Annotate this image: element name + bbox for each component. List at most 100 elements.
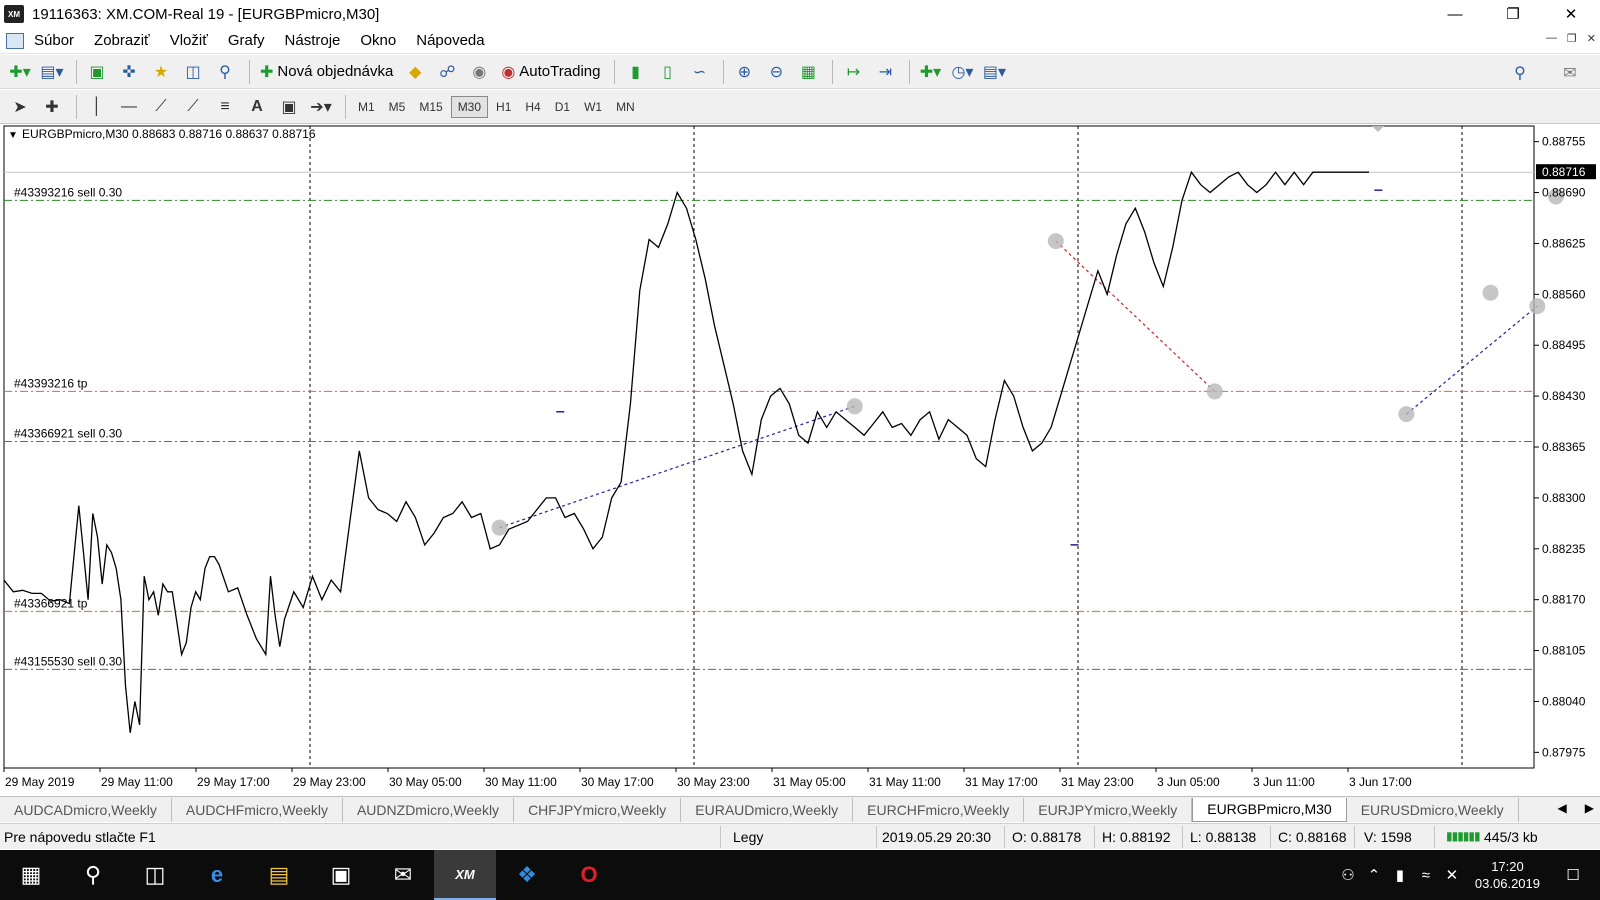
menu-window[interactable]: Okno	[350, 32, 406, 49]
timeframe-mn[interactable]: MN	[610, 97, 641, 117]
notifications-icon[interactable]: ☐	[1560, 866, 1586, 884]
time-tick-label: 31 May 11:00	[869, 775, 941, 789]
text-icon[interactable]: A	[243, 94, 271, 120]
mail-icon[interactable]: ✉	[372, 850, 434, 900]
menu-tools[interactable]: Nástroje	[275, 32, 351, 49]
search-taskbar-icon[interactable]: ⚲	[62, 850, 124, 900]
opera-icon[interactable]: O	[558, 850, 620, 900]
chart-window-icon[interactable]	[6, 32, 24, 49]
data-window-icon[interactable]: ✜	[115, 59, 143, 85]
autotrading-button[interactable]: ◉ AutoTrading	[497, 59, 604, 85]
price-tick-label: 0.88105	[1542, 644, 1586, 658]
profiles-icon[interactable]: ▤▾	[38, 59, 66, 85]
tab-audcad[interactable]: AUDCADmicro,Weekly	[0, 797, 172, 822]
tab-scroll-left-icon[interactable]: ◀	[1558, 801, 1567, 815]
close-button[interactable]: ✕	[1542, 0, 1600, 28]
current-price-label: 0.88716	[1542, 165, 1586, 179]
tile-windows-icon[interactable]: ▦	[794, 59, 822, 85]
minimize-button[interactable]: —	[1426, 0, 1484, 28]
periods-icon[interactable]: ◷▾	[948, 59, 976, 85]
file-explorer-icon[interactable]: ▤	[248, 850, 310, 900]
candlestick-icon[interactable]: ▯	[653, 59, 681, 85]
price-tick-label: 0.88495	[1542, 338, 1586, 352]
crosshair-icon[interactable]: ✚	[38, 94, 66, 120]
restore-button[interactable]: ❐	[1484, 0, 1542, 28]
templates-icon[interactable]: ▤▾	[980, 59, 1008, 85]
timeframe-m15[interactable]: M15	[413, 97, 448, 117]
timeframe-d1[interactable]: D1	[549, 97, 576, 117]
price-tick-label: 0.88690	[1542, 186, 1586, 200]
edge-icon[interactable]: e	[186, 850, 248, 900]
windows-start-icon[interactable]: ▦	[0, 850, 62, 900]
xm-taskbar-icon[interactable]: XM	[434, 850, 496, 900]
tab-scroll-right-icon[interactable]: ▶	[1585, 801, 1594, 815]
trendline-icon[interactable]: ⟋	[147, 94, 175, 120]
line-chart-icon[interactable]: ∽	[685, 59, 713, 85]
timeframe-h4[interactable]: H4	[519, 97, 546, 117]
status-help: Pre nápovedu stlačte F1	[4, 829, 156, 845]
tab-eurgbp[interactable]: EURGBPmicro,M30	[1192, 797, 1347, 822]
time-tick-label: 30 May 11:00	[485, 775, 557, 789]
fibonacci-icon[interactable]: ≡	[211, 94, 239, 120]
timeframe-h1[interactable]: H1	[490, 97, 517, 117]
menu-help[interactable]: Nápoveda	[406, 32, 494, 49]
menu-file[interactable]: Súbor	[24, 32, 84, 49]
battery-icon[interactable]: ▮	[1387, 866, 1413, 884]
arrows-icon[interactable]: ➔▾	[307, 94, 335, 120]
vertical-line-icon[interactable]: │	[83, 94, 111, 120]
cursor-icon[interactable]: ➤	[6, 94, 34, 120]
price-tick-label: 0.88300	[1542, 491, 1586, 505]
bar-chart-icon[interactable]: ▮	[621, 59, 649, 85]
market-icon[interactable]: ◉	[465, 59, 493, 85]
tab-eurjpy[interactable]: EURJPYmicro,Weekly	[1024, 797, 1193, 822]
chart-header-arrow-icon: ▼	[8, 130, 18, 141]
mdi-restore-button[interactable]: ❐	[1567, 32, 1577, 45]
chart-shift-icon[interactable]: ⇥	[871, 59, 899, 85]
navigator-icon[interactable]: ★	[147, 59, 175, 85]
timeframe-m1[interactable]: M1	[352, 97, 381, 117]
new-order-button[interactable]: ✚ Nová objednávka	[256, 59, 397, 85]
terminal-icon[interactable]: ◫	[179, 59, 207, 85]
mdi-close-button[interactable]: ✕	[1587, 32, 1596, 45]
timeframe-m5[interactable]: M5	[383, 97, 412, 117]
store-icon[interactable]: ▣	[310, 850, 372, 900]
strategy-tester-icon[interactable]: ⚲	[211, 59, 239, 85]
signals-icon[interactable]: ☍	[433, 59, 461, 85]
auto-scroll-icon[interactable]: ↦	[839, 59, 867, 85]
vscode-icon[interactable]: ❖	[496, 850, 558, 900]
menu-insert[interactable]: Vložiť	[160, 32, 218, 49]
chart-window[interactable]: #43393216 sell 0.30 #43393216 tp #43366921…	[0, 124, 1600, 796]
trade-open-marker	[1047, 233, 1064, 250]
equidistant-channel-icon[interactable]: ⟋	[179, 94, 207, 120]
timeframe-w1[interactable]: W1	[578, 97, 608, 117]
indicators-icon[interactable]: ✚▾	[916, 59, 944, 85]
order-line-label: #43155530 sell 0.30	[14, 654, 122, 668]
price-chart[interactable]: #43393216 sell 0.30 #43393216 tp #43366921…	[0, 124, 1600, 796]
meta-editor-icon[interactable]: ◆	[401, 59, 429, 85]
market-watch-icon[interactable]: ▣	[83, 59, 111, 85]
taskbar-clock[interactable]: 17:20 03.06.2019	[1475, 858, 1540, 892]
menu-view[interactable]: Zobraziť	[84, 32, 160, 49]
chat-icon[interactable]: ✉	[1556, 60, 1584, 86]
tab-audnzd[interactable]: AUDNZDmicro,Weekly	[343, 797, 515, 822]
task-view-icon[interactable]: ◫	[124, 850, 186, 900]
text-label-icon[interactable]: ▣	[275, 94, 303, 120]
tab-eurchf[interactable]: EURCHFmicro,Weekly	[853, 797, 1025, 822]
search-icon[interactable]: ⚲	[1506, 60, 1534, 86]
tab-audchf[interactable]: AUDCHFmicro,Weekly	[172, 797, 343, 822]
horizontal-line-icon[interactable]: —	[115, 94, 143, 120]
zoom-out-icon[interactable]: ⊖	[762, 59, 790, 85]
people-icon[interactable]: ⚇	[1335, 866, 1361, 884]
tab-chfjpy[interactable]: CHFJPYmicro,Weekly	[514, 797, 682, 822]
mdi-minimize-button[interactable]: —	[1546, 32, 1557, 45]
wifi-icon[interactable]: ≈	[1413, 867, 1439, 884]
zoom-in-icon[interactable]: ⊕	[730, 59, 758, 85]
status-low: L: 0.88138	[1190, 829, 1257, 845]
new-chart-icon[interactable]: ✚▾	[6, 59, 34, 85]
timeframe-m30[interactable]: M30	[450, 95, 489, 118]
menu-charts[interactable]: Grafy	[218, 32, 275, 49]
volume-muted-icon[interactable]: ✕	[1439, 866, 1465, 884]
tab-euraud[interactable]: EURAUDmicro,Weekly	[681, 797, 854, 822]
tab-eurusd[interactable]: EURUSDmicro,Weekly	[1347, 797, 1519, 822]
tray-chevron-up-icon[interactable]: ⌃	[1361, 866, 1387, 884]
